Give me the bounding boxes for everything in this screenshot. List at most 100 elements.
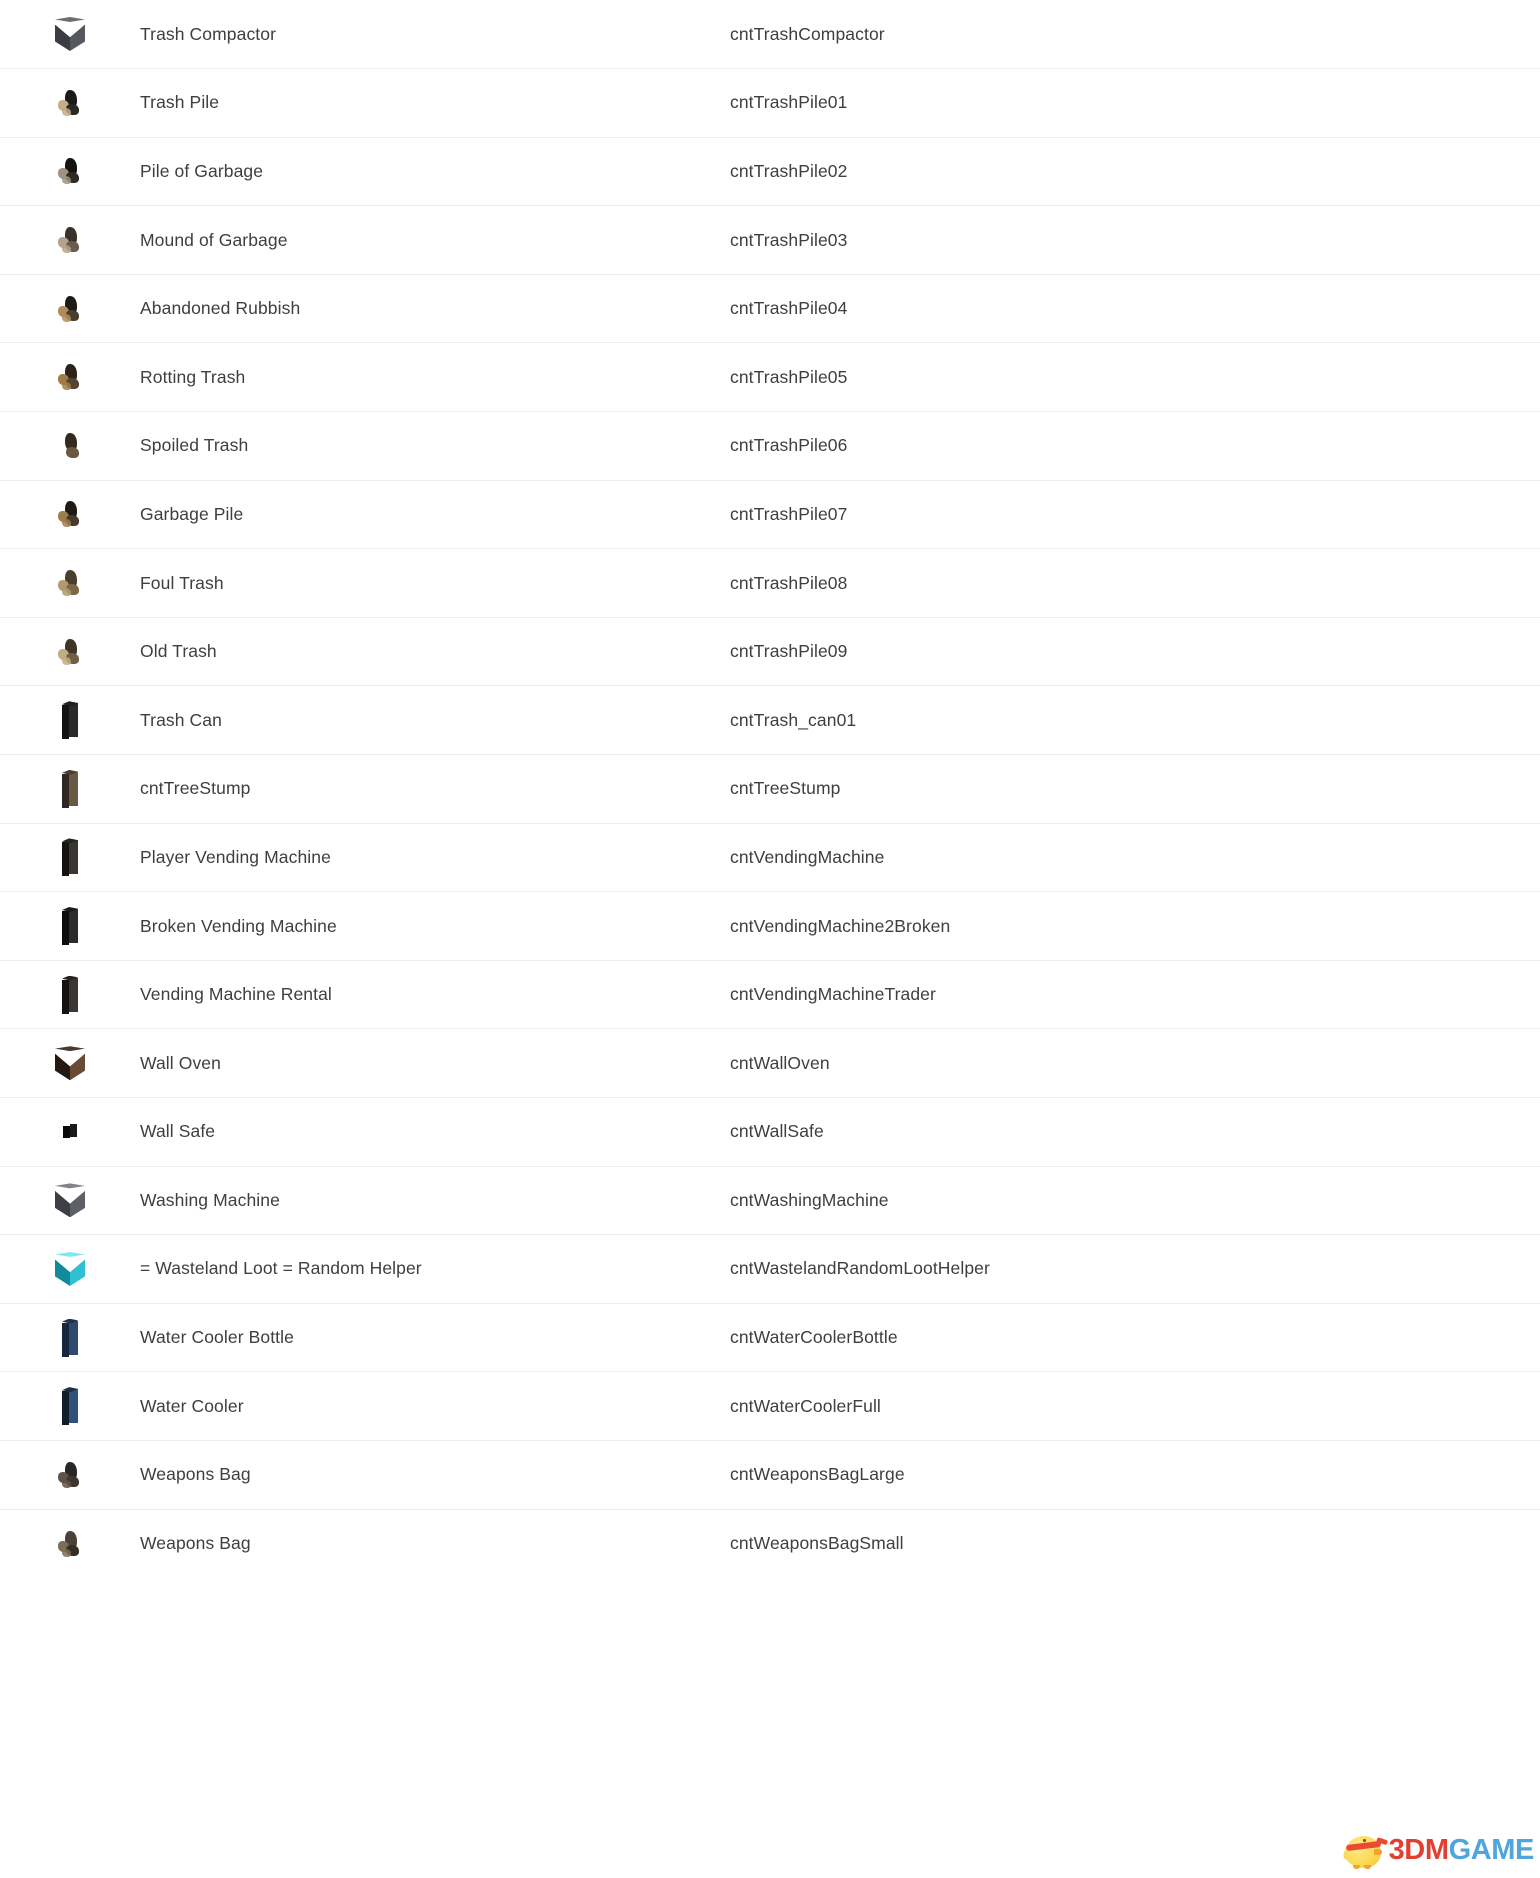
table-row: Trash Can cntTrash_can01 bbox=[0, 686, 1540, 755]
tree-stump-icon bbox=[62, 769, 78, 808]
wall-safe-icon bbox=[63, 1123, 77, 1140]
container-icon-cell bbox=[0, 69, 140, 138]
water-cooler-bottle-icon bbox=[62, 1318, 78, 1357]
table-row: Mound of Garbage cntTrashPile03 bbox=[0, 206, 1540, 275]
container-name: Garbage Pile bbox=[140, 503, 244, 524]
vending-machine-rental-icon bbox=[62, 975, 78, 1014]
container-name: Broken Vending Machine bbox=[140, 915, 337, 936]
container-name: Foul Trash bbox=[140, 572, 224, 593]
container-id: cntTrashPile07 bbox=[730, 503, 848, 524]
site-watermark: 3DMGAME bbox=[1341, 1830, 1534, 1870]
container-id: cntTrashPile05 bbox=[730, 366, 848, 387]
container-name: Washing Machine bbox=[140, 1189, 280, 1210]
container-icon-cell bbox=[0, 686, 140, 755]
table-row: Spoiled Trash cntTrashPile06 bbox=[0, 412, 1540, 481]
container-name: Water Cooler bbox=[140, 1395, 244, 1416]
table-row: = Wasteland Loot = Random Helper cntWaste… bbox=[0, 1235, 1540, 1304]
container-name: Vending Machine Rental bbox=[140, 984, 332, 1005]
trash-can-icon bbox=[62, 701, 78, 740]
container-name: Trash Compactor bbox=[140, 23, 277, 44]
container-id: cntVendingMachine bbox=[730, 846, 885, 867]
container-name: Trash Pile bbox=[140, 92, 220, 113]
table-row: Vending Machine Rental cntVendingMachineT… bbox=[0, 960, 1540, 1029]
container-id: cntTrashCompactor bbox=[730, 23, 885, 44]
old-trash-icon bbox=[57, 637, 83, 667]
container-name: Player Vending Machine bbox=[140, 846, 331, 867]
container-name: Wall Oven bbox=[140, 1052, 221, 1073]
container-id: cntTrashPile02 bbox=[730, 160, 848, 181]
table-row: Wall Oven cntWallOven bbox=[0, 1029, 1540, 1098]
container-name: Water Cooler Bottle bbox=[140, 1327, 294, 1348]
container-id: cntWaterCoolerBottle bbox=[730, 1327, 898, 1348]
container-icon-cell bbox=[0, 617, 140, 686]
container-icon-cell bbox=[0, 1166, 140, 1235]
container-id: cntWeaponsBagLarge bbox=[730, 1464, 905, 1485]
table-row: Foul Trash cntTrashPile08 bbox=[0, 549, 1540, 618]
container-name: Abandoned Rubbish bbox=[140, 298, 301, 319]
rotting-trash-icon bbox=[57, 362, 83, 392]
container-icon-cell bbox=[0, 480, 140, 549]
table-row: cntTreeStump cntTreeStump bbox=[0, 755, 1540, 824]
garbage-pile-icon bbox=[57, 156, 83, 186]
water-cooler-icon bbox=[62, 1387, 78, 1426]
table-body: Trash Compactor cntTrashCompactor Trash Pi… bbox=[0, 0, 1540, 1578]
garbage-mound-icon bbox=[57, 225, 83, 255]
container-id: cntWastelandRandomLootHelper bbox=[730, 1258, 990, 1279]
container-reference-page: Trash Compactor cntTrashCompactor Trash Pi… bbox=[0, 0, 1540, 1878]
trash-compactor-icon bbox=[55, 17, 85, 52]
container-icon-cell bbox=[0, 1509, 140, 1578]
container-name: Pile of Garbage bbox=[140, 160, 264, 181]
container-id: cntTreeStump bbox=[730, 778, 841, 799]
table-row: Washing Machine cntWashingMachine bbox=[0, 1166, 1540, 1235]
wall-oven-icon bbox=[55, 1046, 85, 1081]
table-row: Water Cooler Bottle cntWaterCoolerBottle bbox=[0, 1303, 1540, 1372]
container-id: cntTrashPile06 bbox=[730, 435, 848, 456]
container-name: Rotting Trash bbox=[140, 366, 246, 387]
container-icon-cell bbox=[0, 1098, 140, 1167]
table-row: Weapons Bag cntWeaponsBagSmall bbox=[0, 1509, 1540, 1578]
container-name: Old Trash bbox=[140, 641, 217, 662]
watermark-text-secondary: GAME bbox=[1448, 1833, 1535, 1866]
container-icon-cell bbox=[0, 1029, 140, 1098]
container-icon-cell bbox=[0, 755, 140, 824]
container-icon-cell bbox=[0, 0, 140, 69]
container-icon-cell bbox=[0, 823, 140, 892]
container-icon-cell bbox=[0, 892, 140, 961]
container-name: Trash Can bbox=[140, 709, 222, 730]
container-id: cntTrashPile09 bbox=[730, 641, 848, 662]
container-id: cntTrashPile04 bbox=[730, 298, 848, 319]
container-id: cntTrash_can01 bbox=[730, 709, 857, 730]
container-name: Weapons Bag bbox=[140, 1533, 251, 1554]
container-icon-cell bbox=[0, 1303, 140, 1372]
container-id: cntTrashPile08 bbox=[730, 572, 848, 593]
container-name: Mound of Garbage bbox=[140, 229, 288, 250]
weapons-bag-large-icon bbox=[57, 1460, 83, 1490]
container-id: cntWallSafe bbox=[730, 1121, 824, 1142]
container-icon-cell bbox=[0, 343, 140, 412]
container-name: cntTreeStump bbox=[140, 778, 251, 799]
container-id: cntWaterCoolerFull bbox=[730, 1395, 881, 1416]
trash-pile-icon bbox=[57, 88, 83, 118]
container-icon-cell bbox=[0, 206, 140, 275]
garbage-pile-alt-icon bbox=[57, 499, 83, 529]
container-icon-cell bbox=[0, 137, 140, 206]
table-row: Trash Compactor cntTrashCompactor bbox=[0, 0, 1540, 69]
container-icon-cell bbox=[0, 549, 140, 618]
container-id: cntTrashPile03 bbox=[730, 229, 848, 250]
table-row: Old Trash cntTrashPile09 bbox=[0, 617, 1540, 686]
table-row: Weapons Bag cntWeaponsBagLarge bbox=[0, 1440, 1540, 1510]
container-id: cntVendingMachineTrader bbox=[730, 984, 936, 1005]
watermark-text: 3DMGAME bbox=[1388, 1833, 1535, 1866]
table-row: Broken Vending Machine cntVendingMachine2… bbox=[0, 892, 1540, 961]
washing-machine-icon bbox=[55, 1183, 85, 1218]
watermark-text-primary: 3DM bbox=[1388, 1833, 1449, 1866]
table-row: Garbage Pile cntTrashPile07 bbox=[0, 480, 1540, 549]
foul-trash-icon bbox=[57, 568, 83, 598]
broken-vending-machine-icon bbox=[62, 907, 78, 946]
vending-machine-icon bbox=[62, 838, 78, 877]
container-icon-cell bbox=[0, 274, 140, 343]
table-row: Pile of Garbage cntTrashPile02 bbox=[0, 137, 1540, 206]
container-icon-cell bbox=[0, 1372, 140, 1441]
container-icon-cell bbox=[0, 1440, 140, 1509]
container-icon-cell bbox=[0, 960, 140, 1029]
